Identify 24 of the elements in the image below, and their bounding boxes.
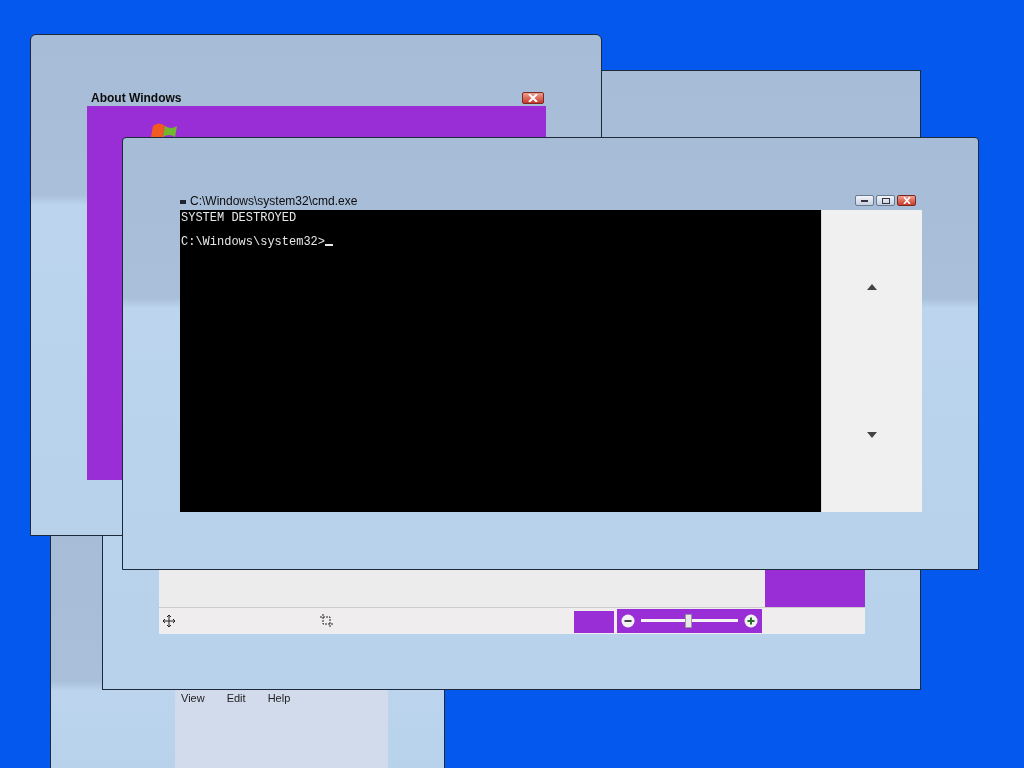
close-icon bbox=[528, 94, 538, 102]
window-title: C:\Windows\system32\cmd.exe bbox=[190, 194, 358, 208]
move-icon[interactable] bbox=[163, 615, 175, 627]
menu-item[interactable]: Edit bbox=[226, 692, 246, 704]
close-button[interactable] bbox=[897, 195, 916, 206]
zoom-out-icon[interactable] bbox=[621, 614, 635, 628]
maximize-icon bbox=[881, 197, 890, 204]
color-swatch bbox=[574, 611, 614, 633]
close-button[interactable] bbox=[522, 92, 544, 104]
scroll-bar[interactable] bbox=[821, 210, 922, 512]
windows-flag-icon bbox=[149, 123, 179, 137]
minimize-icon bbox=[861, 199, 868, 202]
console-line: C:\Windows\system32> bbox=[181, 235, 334, 249]
menu-item[interactable]: Help bbox=[267, 692, 291, 704]
slider-thumb[interactable] bbox=[684, 614, 692, 628]
scroll-down-icon[interactable] bbox=[867, 432, 877, 438]
menu-item[interactable]: View bbox=[181, 692, 205, 704]
scroll-up-icon[interactable] bbox=[867, 284, 877, 290]
zoom-in-icon[interactable] bbox=[744, 614, 758, 628]
close-icon bbox=[902, 197, 911, 204]
window-title: About Windows bbox=[91, 91, 182, 105]
minimize-button[interactable] bbox=[855, 195, 874, 206]
console-line: SYSTEM DESTROYED bbox=[181, 211, 297, 225]
maximize-button[interactable] bbox=[876, 195, 895, 206]
